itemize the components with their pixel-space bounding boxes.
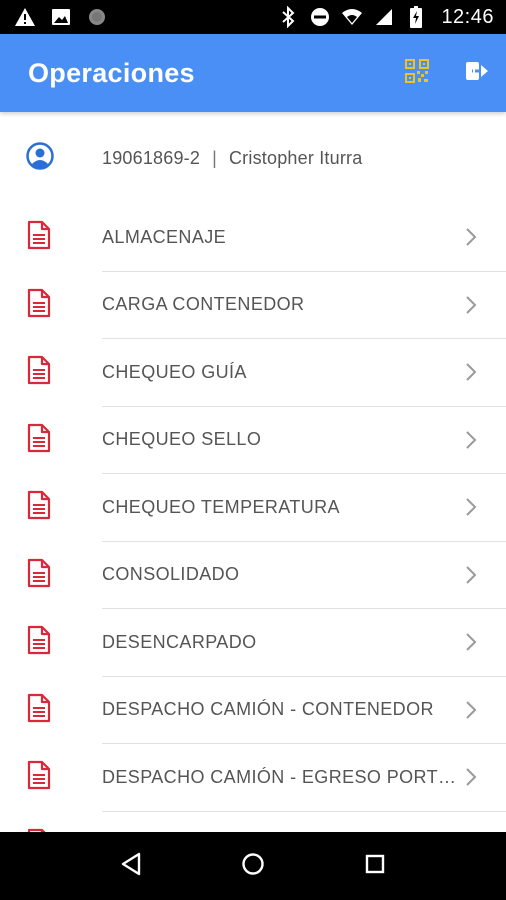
document-icon	[26, 693, 52, 728]
user-id: 19061869-2	[102, 147, 201, 168]
menu-item-label: CHEQUEO GUÍA	[102, 361, 247, 382]
recents-button[interactable]	[355, 846, 395, 886]
menu-item-label: ALMACENAJE	[102, 226, 227, 247]
image-icon	[50, 6, 72, 28]
menu-item[interactable]: CHEQUEO GUÍA	[0, 339, 506, 407]
circle-icon	[86, 6, 108, 28]
chevron-right-icon	[464, 699, 478, 721]
user-separator: |	[212, 147, 217, 168]
menu-item-label: CHEQUEO SELLO	[102, 429, 262, 450]
menu-item[interactable]: CONSOLIDADO	[0, 542, 506, 609]
chevron-right-icon	[464, 226, 478, 248]
recents-icon	[364, 853, 386, 880]
menu-item-label: DESPACHO CAMIÓN - EGRESO PORTERÍA	[102, 766, 464, 787]
menu-item[interactable]: ALMACENAJE	[0, 204, 506, 272]
chevron-right-icon	[464, 631, 478, 653]
bluetooth-icon	[277, 6, 299, 28]
system-nav-bar	[0, 832, 506, 900]
home-button[interactable]	[233, 846, 273, 886]
menu-list: ALMACENAJE CARGA CONTENEDOR CHEQUEO GUÍA CH…	[0, 204, 506, 832]
document-icon	[26, 558, 52, 593]
back-icon	[120, 852, 142, 881]
chevron-right-icon	[464, 294, 478, 316]
document-icon	[26, 423, 52, 458]
battery-charging-icon	[405, 6, 427, 28]
app-bar: Operaciones	[0, 34, 506, 112]
logout-button[interactable]	[462, 58, 492, 88]
chevron-right-icon	[464, 564, 478, 586]
document-icon	[26, 490, 52, 525]
page-title: Operaciones	[28, 57, 195, 88]
document-icon	[26, 220, 52, 255]
document-icon	[26, 355, 52, 390]
menu-item-label: CARGA CONTENEDOR	[102, 294, 305, 315]
operations-list: 19061869-2 | Cristopher Iturra ALMACENAJE C…	[0, 112, 506, 832]
menu-item[interactable]: CHEQUEO TEMPERATURA	[0, 474, 506, 542]
chevron-right-icon	[464, 429, 478, 451]
user-name: Cristopher Iturra	[228, 147, 363, 168]
document-icon	[26, 288, 52, 323]
status-bar-right: 12:46	[277, 6, 494, 29]
chevron-right-icon	[464, 766, 478, 788]
menu-item-label: DESENCARPADO	[102, 631, 257, 652]
wifi-icon	[341, 6, 363, 28]
menu-item[interactable]: CARGA CONTENEDOR	[0, 272, 506, 339]
status-bar: 12:46	[0, 0, 506, 34]
menu-item[interactable]: CHEQUEO SELLO	[0, 407, 506, 474]
document-icon	[26, 760, 52, 795]
menu-item[interactable]: DESENCARPADO	[0, 609, 506, 677]
document-icon	[26, 625, 52, 660]
menu-item-label: DESPACHO CAMIÓN - CONTENEDOR	[102, 699, 434, 720]
status-bar-left	[14, 6, 108, 28]
chevron-right-icon	[464, 361, 478, 383]
qr-code-icon	[404, 58, 430, 89]
menu-item-label: CHEQUEO TEMPERATURA	[102, 496, 340, 517]
menu-item[interactable]: DESPACHO CAMIÓN - CONTENEDOR	[0, 677, 506, 744]
menu-item[interactable]: DOCUMENTOS	[0, 812, 506, 832]
signal-icon	[373, 6, 395, 28]
back-button[interactable]	[111, 846, 151, 886]
app-bar-actions	[402, 58, 492, 88]
warning-icon	[14, 6, 36, 28]
user-info-row: 19061869-2 | Cristopher Iturra	[0, 112, 506, 204]
account-circle-icon	[26, 141, 54, 175]
status-time: 12:46	[441, 5, 494, 28]
home-icon	[241, 852, 265, 881]
menu-item-label: CONSOLIDADO	[102, 564, 240, 585]
logout-icon	[464, 59, 490, 88]
menu-item[interactable]: DESPACHO CAMIÓN - EGRESO PORTERÍA	[0, 744, 506, 812]
chevron-right-icon	[464, 496, 478, 518]
do-not-disturb-icon	[309, 6, 331, 28]
qr-scan-button[interactable]	[402, 58, 432, 88]
